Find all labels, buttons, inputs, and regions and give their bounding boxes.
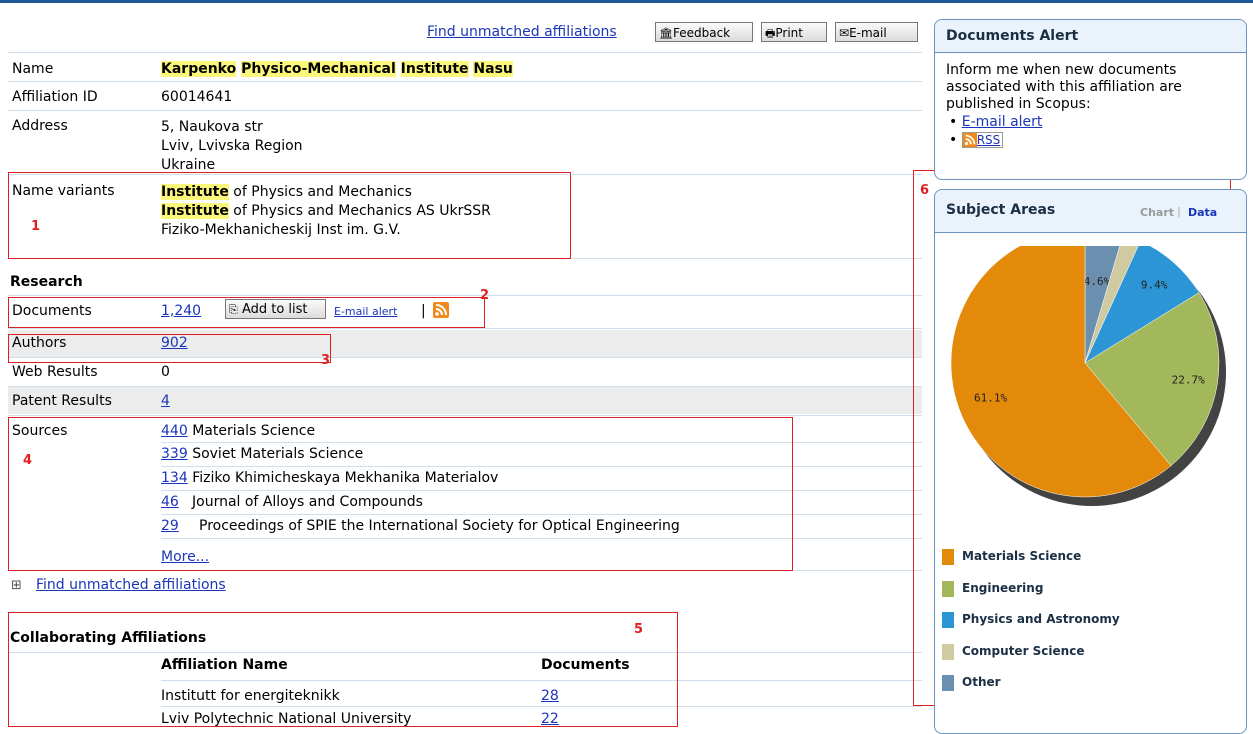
legend-item: Other <box>942 675 1001 691</box>
envelope-icon: ✉ <box>839 26 850 40</box>
tab-data[interactable]: Data <box>1188 206 1217 219</box>
pie-slice-label: 22.7% <box>1172 374 1205 387</box>
legend-swatch <box>942 643 954 660</box>
affiliation-name: Karpenko Physico-Mechanical Institute Na… <box>161 61 513 77</box>
legend-label: Other <box>962 675 1001 689</box>
print-button[interactable]: 🖶Print <box>761 22 827 42</box>
name-part: Physico-Mechanical <box>241 61 396 77</box>
pie-slice-label: 9.4% <box>1141 279 1168 292</box>
subject-areas-pie-chart: 4.6% 9.4% 22.7% 61.1% <box>950 246 1226 506</box>
legend-label: Engineering <box>962 580 1044 595</box>
feedback-button[interactable]: 🏛Feedback <box>655 22 753 42</box>
feedback-label: Feedback <box>672 26 731 40</box>
divider <box>8 110 922 111</box>
email-button[interactable]: ✉E-mail <box>835 22 918 42</box>
annotation-box-2 <box>8 297 485 328</box>
find-unmatched-affiliations-link[interactable]: Find unmatched affiliations <box>427 24 617 40</box>
legend-swatch <box>942 612 954 628</box>
alert-options: • E-mail alert • RSS <box>935 113 1246 149</box>
patent-row-bg <box>8 387 922 414</box>
name-part: Karpenko <box>161 61 237 77</box>
email-label: E-mail <box>849 26 887 40</box>
address-line: Lviv, Lvivska Region <box>161 138 303 154</box>
pie-slice-label: 4.6% <box>1084 275 1111 288</box>
divider <box>8 415 922 416</box>
address-value: 5, Naukova str Lviv, Lvivska Region Ukra… <box>161 118 303 175</box>
patent-results-label: Patent Results <box>12 393 112 409</box>
legend-swatch <box>942 675 954 691</box>
legend-item: Physics and Astronomy <box>942 612 1120 628</box>
annotation-box-5 <box>8 612 678 727</box>
legend-item: Engineering <box>942 580 1044 597</box>
web-results-label: Web Results <box>12 364 98 380</box>
pie-slice-label: 61.1% <box>974 391 1007 404</box>
find-unmatched-affiliations-link-bottom[interactable]: Find unmatched affiliations <box>36 577 226 593</box>
documents-alert-panel: Documents Alert Inform me when new docum… <box>934 19 1247 180</box>
documents-alert-text: Inform me when new documents associated … <box>946 62 1182 112</box>
expand-icon[interactable]: ⊞ <box>11 578 22 593</box>
alert-option-rss: • RSS <box>949 131 1246 149</box>
annotation-number: 4 <box>23 453 33 468</box>
name-part: Institute <box>400 61 469 77</box>
address-label: Address <box>12 118 68 134</box>
annotation-box-3 <box>8 334 331 363</box>
rss-label: RSS <box>976 133 1001 147</box>
tab-separator: | <box>1177 205 1182 218</box>
annotation-number: 6 <box>920 183 930 198</box>
rss-button[interactable]: RSS <box>961 132 1004 148</box>
printer-icon: 🖶 <box>765 27 776 40</box>
patent-results-link[interactable]: 4 <box>161 393 170 409</box>
legend-label: Computer Science <box>962 643 1085 658</box>
name-part: Nasu <box>473 61 513 77</box>
annotation-number: 5 <box>634 622 644 637</box>
name-label: Name <box>12 61 54 77</box>
legend-label: Materials Science <box>962 549 1082 563</box>
research-heading: Research <box>10 274 83 290</box>
divider <box>8 328 922 329</box>
legend-item: Computer Science <box>942 643 1085 660</box>
affiliation-id-value: 60014641 <box>161 89 233 105</box>
divider <box>8 52 922 53</box>
divider <box>8 81 922 82</box>
divider <box>8 295 922 296</box>
annotation-box-1 <box>8 172 571 259</box>
rss-icon <box>962 133 977 147</box>
alert-option-email: • E-mail alert <box>949 114 1043 130</box>
tab-chart[interactable]: Chart <box>1140 206 1174 219</box>
affiliation-id-label: Affiliation ID <box>12 89 98 105</box>
top-border <box>0 0 1253 3</box>
legend-label: Physics and Astronomy <box>962 612 1120 626</box>
web-results-value: 0 <box>161 364 170 380</box>
annotation-number: 1 <box>31 219 41 234</box>
annotation-number: 2 <box>480 288 490 303</box>
institution-icon: 🏛 <box>659 27 673 40</box>
subject-areas-header: Subject Areas Chart | Data <box>935 190 1246 233</box>
alert-email-link[interactable]: E-mail alert <box>962 114 1043 130</box>
legend-swatch <box>942 549 954 565</box>
documents-alert-title: Documents Alert <box>935 20 1246 53</box>
address-line: 5, Naukova str <box>161 119 263 135</box>
annotation-box-4 <box>8 417 793 571</box>
annotation-number: 3 <box>321 353 331 368</box>
legend-swatch <box>942 580 954 597</box>
legend-item: Materials Science <box>942 549 1081 565</box>
print-label: Print <box>775 26 803 40</box>
subject-areas-title: Subject Areas <box>946 202 1056 218</box>
